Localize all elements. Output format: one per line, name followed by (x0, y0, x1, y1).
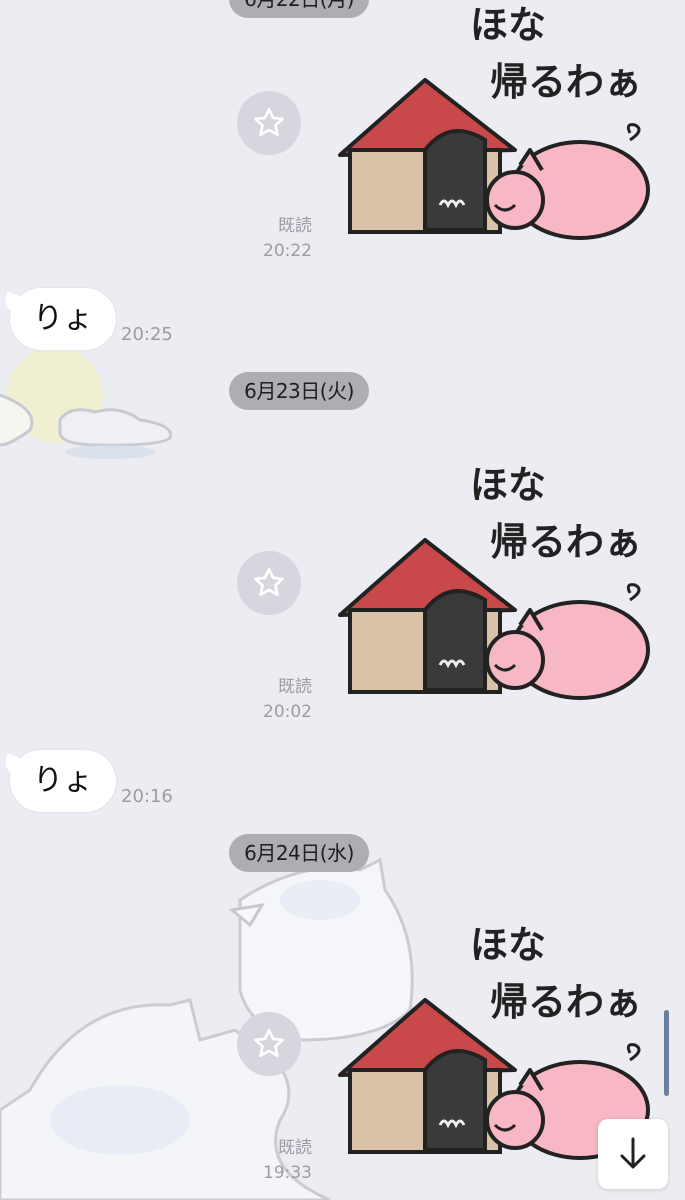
sticker-caption-line2: 帰るわぁ (490, 980, 642, 1024)
received-message-bubble[interactable]: りょ (10, 288, 116, 350)
date-separator: 6月24日(水) (229, 834, 369, 872)
read-receipt: 既読 (278, 1138, 312, 1158)
sticker-message[interactable]: ほな 帰るわぁ (330, 460, 660, 720)
sticker-message[interactable]: ほな 帰るわぁ (330, 0, 660, 260)
scrollbar[interactable] (664, 1010, 669, 1096)
star-icon (254, 1028, 284, 1058)
read-receipt: 既読 (278, 677, 312, 697)
message-time: 20:25 (121, 324, 173, 345)
message-meta: 既読 20:22 (252, 214, 312, 264)
message-time: 20:16 (121, 786, 173, 807)
star-icon (254, 567, 284, 597)
read-receipt: 既読 (278, 216, 312, 236)
sticker-caption-line2: 帰るわぁ (490, 60, 642, 104)
sticker-caption-line1: ほな (470, 923, 546, 967)
received-message-bubble[interactable]: りょ (10, 750, 116, 812)
message-time: 19:33 (263, 1163, 312, 1183)
sticker-caption-line1: ほな (470, 3, 546, 47)
message-meta: 既読 20:02 (252, 675, 312, 725)
pig-doghouse-sticker: ほな 帰るわぁ (338, 463, 650, 700)
arrow-down-icon (620, 1137, 646, 1169)
message-meta: 既読 19:33 (252, 1136, 312, 1186)
scroll-to-bottom-button[interactable] (598, 1119, 668, 1189)
message-time: 20:02 (263, 702, 312, 722)
sticker-caption-line1: ほな (470, 463, 546, 507)
message-time: 20:22 (263, 241, 312, 261)
pig-doghouse-sticker: ほな 帰るわぁ (338, 3, 650, 240)
favorite-sticker-button[interactable] (237, 1012, 301, 1076)
favorite-sticker-button[interactable] (237, 91, 301, 155)
sticker-caption-line2: 帰るわぁ (490, 520, 642, 564)
date-separator: 6月23日(火) (229, 372, 369, 410)
star-icon (254, 107, 284, 137)
favorite-sticker-button[interactable] (237, 551, 301, 615)
